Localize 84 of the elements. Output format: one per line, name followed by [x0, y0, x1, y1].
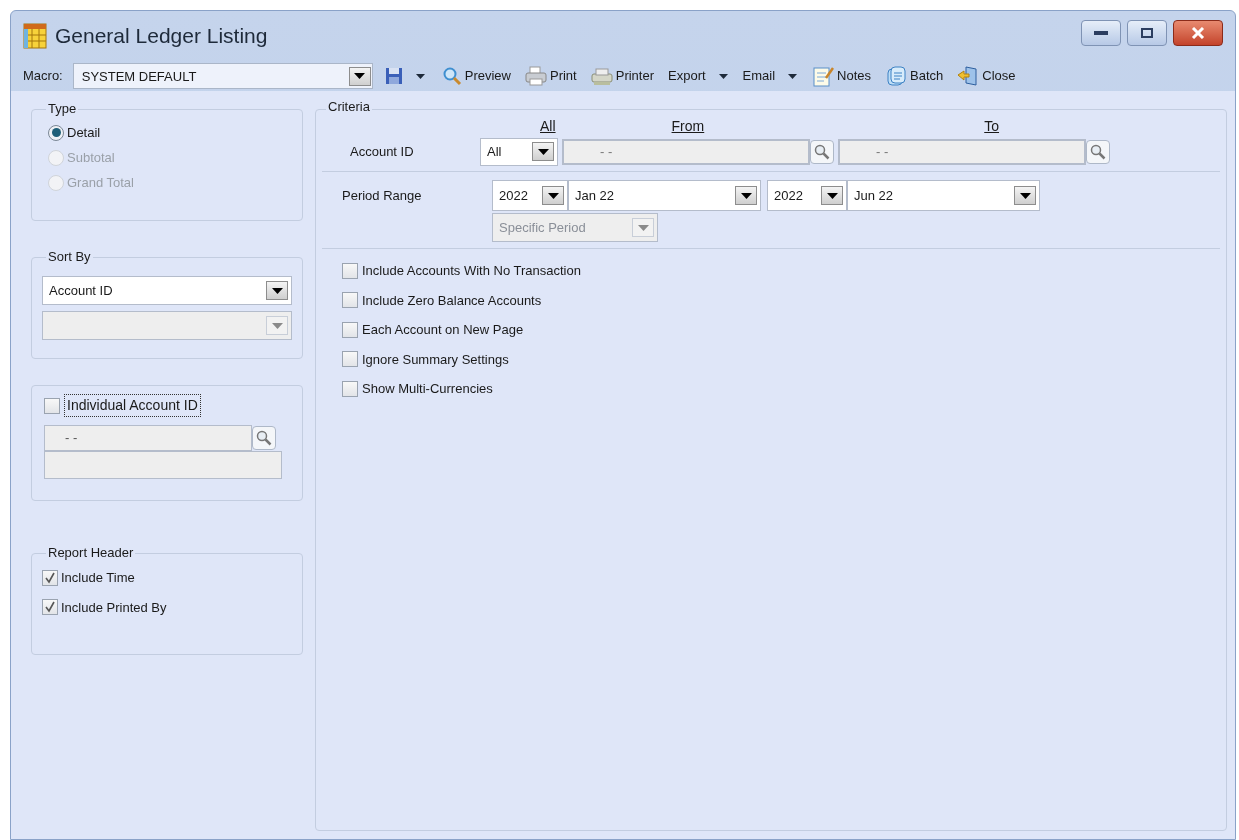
close-icon: [1191, 27, 1205, 39]
dropdown-button[interactable]: [532, 142, 554, 161]
checkbox-label: Include Time: [61, 569, 135, 587]
checkbox-label: Ignore Summary Settings: [362, 350, 509, 369]
from-account-field[interactable]: - -: [562, 138, 810, 165]
window-title: General Ledger Listing: [55, 23, 268, 50]
dropdown-button[interactable]: [348, 66, 371, 86]
toolbar-button[interactable]: Export: [666, 63, 708, 89]
dropdown-button[interactable]: [821, 186, 843, 205]
dropdown-button[interactable]: [266, 281, 288, 300]
caret-icon: [547, 192, 559, 199]
checkbox[interactable]: [342, 321, 358, 338]
toolbar-button[interactable]: Preview: [439, 63, 513, 89]
dropdown-value: 2022: [499, 186, 529, 205]
ledger-icon: [23, 23, 47, 49]
dropdown-button[interactable]: [542, 186, 564, 205]
all-dropdown[interactable]: All: [480, 137, 558, 166]
checkbox-label: Include Zero Balance Accounts: [362, 291, 542, 310]
close-button[interactable]: [1173, 20, 1223, 46]
radio-button[interactable]: [48, 124, 64, 141]
checkbox-label: Show Multi-Currencies: [362, 380, 493, 398]
dropdown-value: 2022: [774, 186, 804, 205]
dropdown-value: Account ID: [49, 281, 114, 300]
sort-dropdown[interactable]: Account ID: [42, 276, 292, 305]
checkbox[interactable]: [342, 380, 358, 397]
dropdown-button[interactable]: [1014, 186, 1036, 205]
caret-icon: [271, 322, 283, 329]
checkbox-label: Include Printed By: [61, 598, 167, 617]
toolbar-button[interactable]: Batch: [883, 63, 946, 89]
period-dropdown[interactable]: Jan 22: [568, 180, 761, 211]
toolbar-button[interactable]: Print: [523, 63, 579, 89]
dropdown-value: Jun 22: [854, 186, 895, 205]
caret-icon: [740, 192, 752, 199]
to-account-field[interactable]: - -: [838, 138, 1086, 165]
radio-label: Subtotal: [67, 148, 115, 167]
year-dropdown[interactable]: 2022: [492, 180, 568, 211]
search-button[interactable]: [1086, 139, 1110, 164]
caret-icon: [537, 148, 549, 155]
minimize-button[interactable]: [1081, 20, 1121, 46]
dropdown-button[interactable]: [735, 186, 757, 205]
radio-label: Grand Total: [67, 173, 134, 192]
column-header: All: [540, 117, 556, 136]
checkbox[interactable]: [44, 397, 60, 414]
toolbar-button[interactable]: Close: [955, 63, 1018, 89]
printer-icon: [590, 66, 613, 86]
radio-label: Detail: [67, 123, 101, 142]
caret-icon: [1019, 192, 1031, 199]
document-stack-icon: [885, 65, 908, 87]
checkbox[interactable]: [342, 292, 358, 309]
toolbar-button[interactable]: Notes: [810, 63, 874, 89]
maximize-button[interactable]: [1127, 20, 1167, 46]
checkbox[interactable]: [42, 569, 58, 586]
account-name-field[interactable]: [44, 451, 282, 479]
checkbox[interactable]: [342, 262, 358, 279]
caret-icon: [826, 192, 838, 199]
column-header: To: [984, 117, 1000, 136]
checkbox[interactable]: [42, 599, 58, 616]
toolbar-button[interactable]: Printer: [588, 63, 656, 89]
search-button[interactable]: [252, 426, 276, 450]
door-icon: [957, 65, 980, 87]
magnifier-icon: [441, 66, 462, 86]
macro-dropdown[interactable]: SYSTEM DEFAULT: [72, 63, 373, 89]
year-dropdown[interactable]: 2022: [767, 180, 847, 211]
account-id-field[interactable]: - -: [44, 425, 252, 451]
search-button[interactable]: [810, 139, 834, 164]
dropdown-value: Specific Period: [499, 218, 587, 237]
notepad-icon: [812, 65, 835, 87]
caret-icon: [271, 287, 283, 294]
macro-value: SYSTEM DEFAULT: [81, 68, 198, 87]
field-label: Period Range: [342, 186, 423, 205]
column-header: From: [671, 117, 705, 136]
period-dropdown[interactable]: Jun 22: [847, 180, 1040, 211]
checkbox[interactable]: [342, 351, 358, 368]
macro-label: Macro:: [23, 67, 63, 86]
dropdown-value: Jan 22: [575, 186, 616, 205]
checkbox-label: Individual Account ID: [64, 394, 201, 417]
field-label: Account ID: [350, 142, 415, 161]
dropdown-value: All: [487, 142, 503, 161]
toolbar-button[interactable]: Email: [740, 63, 778, 89]
caret-icon: [354, 73, 366, 79]
checkbox-label: Include Accounts With No Transaction: [362, 262, 581, 280]
caret-icon: [637, 224, 649, 231]
printer-icon: [525, 66, 547, 86]
checkbox-label: Each Account on New Page: [362, 321, 524, 339]
